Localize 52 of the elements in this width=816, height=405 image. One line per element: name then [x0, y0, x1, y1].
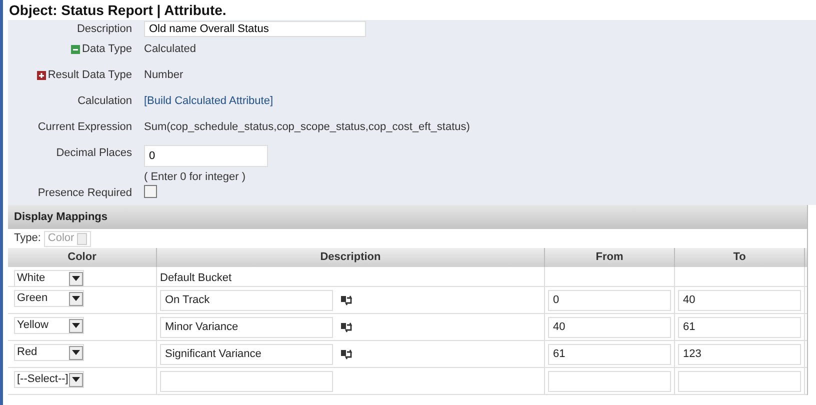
- page-title: Object: Status Report | Attribute.: [9, 0, 226, 20]
- caret-icon: [72, 296, 80, 301]
- range-field[interactable]: 0: [548, 290, 671, 310]
- field-label: Current Expression: [38, 120, 132, 135]
- text-field[interactable]: 0: [144, 145, 268, 167]
- range-field[interactable]: 61: [548, 344, 671, 364]
- field-label: Decimal Places: [56, 146, 132, 161]
- caret-icon: [72, 276, 80, 281]
- field-value: Number: [144, 69, 184, 81]
- field-label: Description: [76, 22, 132, 37]
- dropdown[interactable]: White: [14, 270, 84, 287]
- description-field[interactable]: Significant Variance: [160, 344, 333, 364]
- field-value: Sum(cop_schedule_status,cop_scope_status,cop_cost_eft_status): [144, 121, 470, 133]
- field-label: Result Data Type: [48, 68, 132, 83]
- hint-text: ( Enter 0 for integer ): [144, 170, 246, 185]
- range-field[interactable]: 40: [548, 316, 671, 338]
- range-field[interactable]: [678, 370, 801, 392]
- column-header: To: [675, 248, 805, 267]
- build-link[interactable]: [Build Calculated Attribute]: [144, 95, 274, 107]
- dropdown[interactable]: Yellow: [14, 317, 84, 334]
- dropdown-button[interactable]: [69, 372, 83, 386]
- checkbox[interactable]: [144, 185, 157, 198]
- dropdown[interactable]: Red: [14, 344, 84, 361]
- field-label: Calculation: [78, 94, 132, 109]
- dropdown[interactable]: Green: [14, 290, 84, 307]
- collapse-icon[interactable]: [71, 44, 80, 54]
- dropdown-button[interactable]: [69, 272, 83, 286]
- field-label: Presence Required: [38, 186, 132, 201]
- range-field[interactable]: [548, 370, 671, 392]
- caret-icon: [72, 350, 80, 355]
- field-value: Calculated: [144, 43, 196, 55]
- column-header: From: [545, 248, 675, 267]
- field-label: Data Type: [82, 42, 132, 57]
- description-field[interactable]: On Track: [160, 290, 333, 310]
- column-header: Description: [157, 248, 545, 267]
- range-field[interactable]: 123: [678, 344, 801, 364]
- caret-icon: [72, 377, 80, 382]
- dropdown[interactable]: [--Select--]: [14, 371, 84, 388]
- range-field[interactable]: 40: [678, 290, 801, 310]
- range-field[interactable]: 61: [678, 316, 801, 338]
- section-header: Display Mappings: [8, 205, 807, 229]
- dropdown-button[interactable]: [69, 292, 83, 306]
- caret-icon: [72, 323, 80, 328]
- dropdown-button[interactable]: [69, 318, 83, 332]
- text-field[interactable]: Old name Overall Status: [144, 21, 366, 37]
- type-label: Type:: [14, 231, 41, 246]
- description-text: Default Bucket: [160, 271, 232, 286]
- description-field[interactable]: [160, 370, 333, 392]
- description-field[interactable]: Minor Variance: [160, 316, 333, 338]
- dropdown-button[interactable]: [69, 346, 83, 360]
- expand-icon[interactable]: [36, 70, 46, 80]
- column-header: Color: [8, 248, 157, 267]
